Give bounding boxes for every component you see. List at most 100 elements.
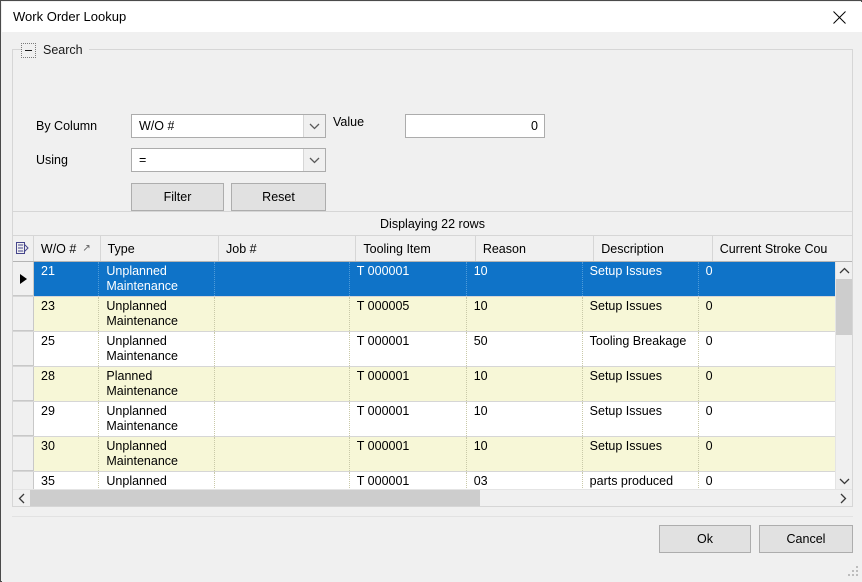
cell-desc[interactable]: Setup Issues <box>583 262 699 296</box>
ok-button[interactable]: Ok <box>659 525 751 553</box>
close-button[interactable] <box>816 2 862 32</box>
collapse-icon[interactable] <box>21 42 36 58</box>
column-header-job[interactable]: Job # <box>219 236 357 261</box>
cell-type[interactable]: Unplanned Maintenance <box>99 437 216 471</box>
grid-horizontal-scrollbar[interactable] <box>13 489 852 506</box>
horizontal-scroll-thumb[interactable] <box>30 490 480 506</box>
table-row[interactable]: 30 Unplanned Maintenance T 000001 10 Setup I… <box>13 437 835 472</box>
window-title: Work Order Lookup <box>13 9 127 24</box>
column-header-type[interactable]: Type <box>100 236 220 261</box>
cell-desc[interactable]: Setup Issues <box>583 297 699 331</box>
cell-job[interactable] <box>215 367 350 401</box>
cell-type[interactable]: Unplanned Maintenance <box>99 402 216 436</box>
scroll-right-icon[interactable] <box>835 490 852 506</box>
table-row[interactable]: 35Unplanned Maintenance T 00000103parts p… <box>13 472 835 490</box>
table-row[interactable]: 21 Unplanned Maintenance T 000001 10 Setup I… <box>13 262 835 297</box>
column-header-description[interactable]: Description <box>594 236 713 261</box>
cell-strk[interactable]: 0 <box>699 472 835 490</box>
scroll-down-icon[interactable] <box>836 473 852 490</box>
cell-reas[interactable]: 10 <box>467 262 583 296</box>
cell-strk[interactable]: 0 <box>699 367 835 401</box>
cell-tool[interactable]: T 000001 <box>350 367 467 401</box>
by-column-selected-value: W/O # <box>139 119 175 133</box>
cell-tool[interactable]: T 000001 <box>350 472 467 490</box>
vertical-scroll-thumb[interactable] <box>836 279 852 335</box>
cancel-button[interactable]: Cancel <box>759 525 853 553</box>
cell-wo[interactable]: 25 <box>34 332 100 366</box>
cell-wo[interactable]: 21 <box>34 262 100 296</box>
scroll-up-icon[interactable] <box>836 262 852 279</box>
cell-reas[interactable]: 03 <box>467 472 583 490</box>
table-row[interactable]: 23 Unplanned Maintenance T 000005 10 Setup I… <box>13 297 835 332</box>
row-selector[interactable] <box>13 402 34 436</box>
sort-ascending-icon: ↗ <box>82 243 91 254</box>
cell-wo[interactable]: 35 <box>34 472 100 490</box>
cell-job[interactable] <box>215 297 350 331</box>
cell-desc[interactable]: Setup Issues <box>583 367 699 401</box>
value-label: Value <box>333 115 365 129</box>
cell-job[interactable] <box>215 437 350 471</box>
cell-strk[interactable]: 0 <box>699 332 835 366</box>
cell-reas[interactable]: 10 <box>467 297 583 331</box>
chevron-down-icon[interactable] <box>303 149 325 171</box>
cell-type[interactable]: Unplanned Maintenance <box>99 332 216 366</box>
footer-separator <box>12 516 853 517</box>
cell-strk[interactable]: 0 <box>699 437 835 471</box>
cell-type[interactable]: Unplanned Maintenance <box>99 472 216 490</box>
cell-wo[interactable]: 28 <box>34 367 100 401</box>
table-row[interactable]: 25 Unplanned Maintenance T 000001 50 Tooling… <box>13 332 835 367</box>
cell-job[interactable] <box>215 402 350 436</box>
row-selector[interactable] <box>13 297 34 331</box>
scroll-left-icon[interactable] <box>13 490 30 506</box>
cell-job[interactable] <box>215 262 350 296</box>
by-column-select[interactable]: W/O # <box>131 114 326 138</box>
row-selector[interactable] <box>13 437 34 471</box>
row-selector[interactable] <box>13 472 34 490</box>
cell-desc[interactable]: Setup Issues <box>583 437 699 471</box>
using-selected-value: = <box>139 153 147 167</box>
cell-reas[interactable]: 10 <box>467 437 583 471</box>
cell-wo[interactable]: 30 <box>34 437 100 471</box>
filter-button[interactable]: Filter <box>131 183 224 211</box>
cell-job[interactable] <box>215 332 350 366</box>
row-selector[interactable] <box>13 332 34 366</box>
resize-grip[interactable] <box>846 566 859 579</box>
row-selector[interactable] <box>13 367 34 401</box>
row-selector[interactable] <box>13 262 34 296</box>
table-row[interactable]: 28 Planned Maintenance T 000001 10 Setup Iss… <box>13 367 835 402</box>
cell-tool[interactable]: T 000001 <box>350 437 467 471</box>
table-row[interactable]: 29 Unplanned Maintenance T 000001 10 Setup I… <box>13 402 835 437</box>
column-header-current-stroke-count[interactable]: Current Stroke Cou <box>712 236 853 261</box>
current-row-arrow-icon <box>19 273 27 284</box>
cell-desc[interactable]: Tooling Breakage <box>583 332 699 366</box>
cell-strk[interactable]: 0 <box>699 402 835 436</box>
cell-strk[interactable]: 0 <box>699 297 835 331</box>
close-icon <box>832 10 846 24</box>
cell-tool[interactable]: T 000001 <box>350 332 467 366</box>
using-select[interactable]: = <box>131 148 326 172</box>
cell-type[interactable]: Planned Maintenance <box>99 367 216 401</box>
cell-reas[interactable]: 10 <box>467 402 583 436</box>
cell-reas[interactable]: 50 <box>467 332 583 366</box>
cell-wo[interactable]: 29 <box>34 402 100 436</box>
cell-job[interactable] <box>215 472 350 490</box>
grid-vertical-scrollbar[interactable] <box>835 262 852 490</box>
cell-desc[interactable]: parts produced <box>583 472 699 490</box>
column-header-tooling-item[interactable]: Tooling Item <box>356 236 476 261</box>
cell-desc[interactable]: Setup Issues <box>583 402 699 436</box>
chevron-down-icon[interactable] <box>303 115 325 137</box>
cell-type[interactable]: Unplanned Maintenance <box>99 262 216 296</box>
work-order-lookup-dialog: Work Order Lookup Search By Column Using… <box>0 0 862 582</box>
select-all-corner[interactable] <box>13 236 34 261</box>
cell-reas[interactable]: 10 <box>467 367 583 401</box>
cell-tool[interactable]: T 000001 <box>350 262 467 296</box>
cell-type[interactable]: Unplanned Maintenance <box>99 297 216 331</box>
column-header-wo[interactable]: W/O # ↗ <box>33 236 101 261</box>
cell-strk[interactable]: 0 <box>699 262 835 296</box>
reset-button[interactable]: Reset <box>231 183 326 211</box>
column-header-reason[interactable]: Reason <box>475 236 595 261</box>
cell-tool[interactable]: T 000001 <box>350 402 467 436</box>
cell-tool[interactable]: T 000005 <box>350 297 467 331</box>
value-input[interactable] <box>405 114 545 138</box>
cell-wo[interactable]: 23 <box>34 297 100 331</box>
